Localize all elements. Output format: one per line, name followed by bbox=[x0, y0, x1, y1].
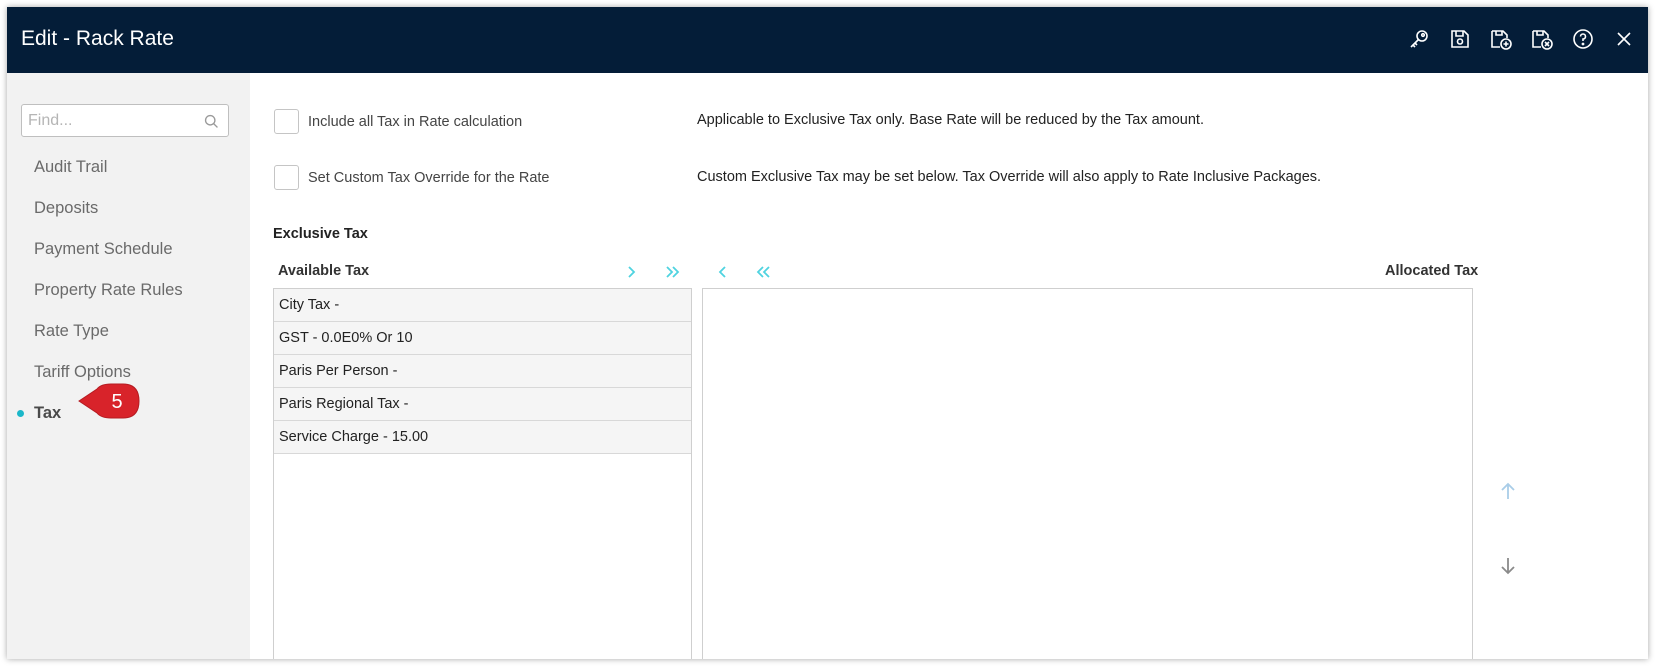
move-up-button[interactable] bbox=[1495, 478, 1521, 504]
available-tax-header: Available Tax bbox=[278, 263, 370, 279]
chevron-right-icon bbox=[628, 266, 636, 278]
list-item[interactable]: Paris Regional Tax - bbox=[274, 388, 691, 421]
sidebar-item-label: Payment Schedule bbox=[34, 240, 173, 258]
custom-override-row: Set Custom Tax Override for the Rate bbox=[274, 165, 550, 190]
active-indicator-dot bbox=[17, 410, 24, 417]
list-item[interactable]: GST - 0.0E0% Or 10 bbox=[274, 322, 691, 355]
save-close-icon[interactable] bbox=[1528, 25, 1556, 53]
help-icon[interactable] bbox=[1569, 25, 1597, 53]
sidebar-item-payment-schedule[interactable]: Payment Schedule bbox=[7, 229, 250, 270]
double-chevron-left-icon bbox=[756, 266, 770, 278]
sidebar-item-label: Property Rate Rules bbox=[34, 281, 183, 299]
sidebar-item-label: Deposits bbox=[34, 199, 99, 217]
double-chevron-right-icon bbox=[666, 266, 680, 278]
available-tax-list: City Tax - GST - 0.0E0% Or 10 Paris Per … bbox=[273, 288, 692, 659]
window-title: Edit - Rack Rate bbox=[21, 27, 174, 50]
sidebar-item-label: Tariff Options bbox=[34, 363, 131, 381]
include-tax-checkbox[interactable] bbox=[274, 109, 299, 134]
sidebar: Audit Trail Deposits Payment Schedule Pr… bbox=[7, 73, 250, 659]
custom-override-description: Custom Exclusive Tax may be set below. T… bbox=[697, 169, 1322, 185]
close-icon[interactable] bbox=[1610, 25, 1638, 53]
chevron-left-icon bbox=[718, 266, 726, 278]
sidebar-search bbox=[21, 104, 229, 137]
move-all-right-button[interactable] bbox=[661, 261, 683, 283]
move-down-button[interactable] bbox=[1495, 553, 1521, 579]
sidebar-item-rate-type[interactable]: Rate Type bbox=[7, 311, 250, 352]
sidebar-item-label: Rate Type bbox=[34, 322, 109, 340]
custom-override-label: Set Custom Tax Override for the Rate bbox=[308, 169, 550, 186]
callout-number: 5 bbox=[111, 391, 122, 413]
search-icon[interactable] bbox=[203, 113, 220, 130]
arrow-down-icon bbox=[1501, 558, 1515, 575]
move-all-left-button[interactable] bbox=[753, 261, 775, 283]
include-tax-description: Applicable to Exclusive Tax only. Base R… bbox=[697, 112, 1204, 128]
title-bar: Edit - Rack Rate bbox=[7, 7, 1648, 73]
include-tax-label: Include all Tax in Rate calculation bbox=[308, 113, 523, 130]
sidebar-item-audit-trail[interactable]: Audit Trail bbox=[7, 147, 250, 188]
list-item[interactable]: Service Charge - 15.00 bbox=[274, 421, 691, 454]
list-item[interactable]: City Tax - bbox=[274, 289, 691, 322]
allocated-tax-list[interactable] bbox=[702, 288, 1473, 659]
move-left-button[interactable] bbox=[712, 261, 734, 283]
include-tax-row: Include all Tax in Rate calculation bbox=[274, 109, 522, 134]
sidebar-item-label: Audit Trail bbox=[34, 158, 108, 176]
edit-rack-rate-window: Edit - Rack Rate Find... Audit Trail Dep… bbox=[7, 7, 1648, 659]
exclusive-tax-heading: Exclusive Tax bbox=[273, 226, 368, 242]
step-callout-badge: 5 bbox=[78, 383, 140, 419]
toolbar bbox=[1405, 25, 1638, 53]
search-input[interactable] bbox=[28, 111, 198, 131]
list-item[interactable]: Paris Per Person - bbox=[274, 355, 691, 388]
custom-override-checkbox[interactable] bbox=[274, 165, 299, 190]
arrow-up-icon bbox=[1501, 482, 1515, 499]
main-panel: Include all Tax in Rate calculation Appl… bbox=[250, 73, 1648, 659]
save-icon[interactable] bbox=[1446, 25, 1474, 53]
sidebar-item-deposits[interactable]: Deposits bbox=[7, 188, 250, 229]
save-add-icon[interactable] bbox=[1487, 25, 1515, 53]
sidebar-item-label: Tax bbox=[34, 404, 62, 422]
move-right-button[interactable] bbox=[620, 261, 642, 283]
allocated-tax-header: Allocated Tax bbox=[1385, 263, 1479, 279]
sidebar-item-property-rate-rules[interactable]: Property Rate Rules bbox=[7, 270, 250, 311]
key-icon[interactable] bbox=[1405, 25, 1433, 53]
